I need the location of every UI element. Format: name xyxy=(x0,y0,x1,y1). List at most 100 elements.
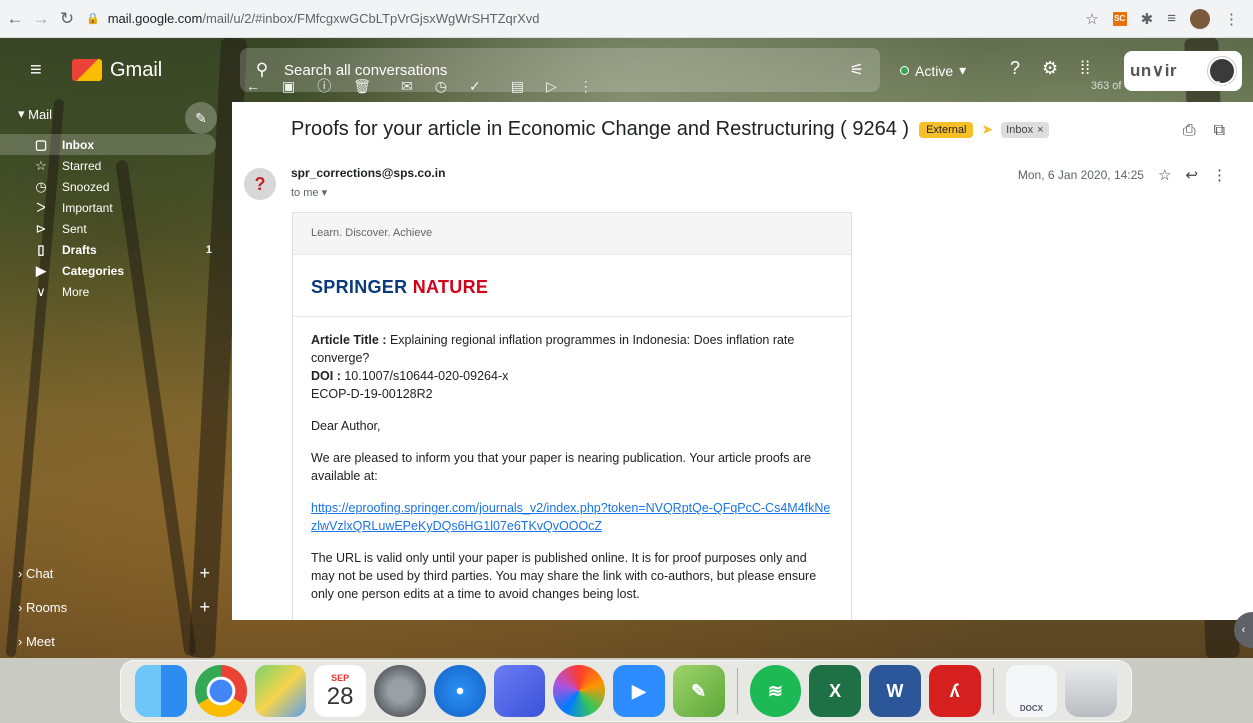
inbox-label-chip[interactable]: Inbox × xyxy=(1001,121,1049,138)
chrome-icon[interactable] xyxy=(194,665,247,717)
rooms-section[interactable]: › Rooms + xyxy=(0,596,228,618)
sidebar: ▾ Mail ✎ ▢ Inbox ☆ Starred ◷ Snoozed ᐳ Impor… xyxy=(0,102,228,658)
inbox-label-text: Inbox xyxy=(1006,123,1034,136)
bookmark-star-icon[interactable]: ☆ xyxy=(1085,10,1098,28)
sidebar-item-more[interactable]: ∨ More xyxy=(0,281,228,302)
sidebar-item-snoozed[interactable]: ◷ Snoozed xyxy=(0,176,228,197)
add-chat-icon[interactable]: + xyxy=(199,563,210,584)
reading-list-icon[interactable]: ≡ xyxy=(1167,10,1176,27)
acrobat-icon[interactable]: ʎ xyxy=(928,665,981,717)
important-marker-icon[interactable]: ➤ xyxy=(981,121,993,138)
sidebar-item-label: Starred xyxy=(62,158,102,173)
doi-label: DOI : xyxy=(311,369,341,383)
maps-icon[interactable] xyxy=(254,665,307,717)
sidebar-item-important[interactable]: ᐳ Important xyxy=(0,197,228,218)
older-icon[interactable]: › xyxy=(1188,78,1193,94)
reply-icon[interactable]: ↩ xyxy=(1185,166,1198,184)
back-icon[interactable]: ← xyxy=(4,9,26,29)
gmail-m-icon xyxy=(72,59,102,81)
meet-label: Meet xyxy=(25,633,55,649)
gmail-logo[interactable]: Gmail xyxy=(72,59,162,82)
clock-icon: ◷ xyxy=(35,178,47,194)
article-title-label: Article Title : xyxy=(311,333,387,347)
greeting: Dear Author, xyxy=(311,419,381,433)
message-pane: Proofs for your article in Economic Chan… xyxy=(232,102,1253,620)
nav-list: ▢ Inbox ☆ Starred ◷ Snoozed ᐳ Important ⊳ Sen… xyxy=(0,134,228,302)
reload-icon[interactable]: ↻ xyxy=(56,9,78,29)
forward-icon[interactable]: → xyxy=(30,9,52,29)
launchpad-icon[interactable] xyxy=(493,665,546,717)
move-to-icon[interactable]: ▤ xyxy=(511,78,524,95)
doi-value: 10.1007/s10644-020-09264-x xyxy=(340,369,509,383)
sidebar-item-sent[interactable]: ⊳ Sent xyxy=(0,218,228,239)
sender-avatar[interactable]: ? xyxy=(244,168,276,200)
sidebar-item-drafts[interactable]: ▯ Drafts 1 xyxy=(0,239,228,260)
message-meta: Mon, 6 Jan 2020, 14:25 ☆ ↩ ⋮ xyxy=(1018,166,1227,184)
calendar-day: 28 xyxy=(326,683,354,710)
email-body-card: Learn. Discover. Achieve SPRINGER NATURE… xyxy=(292,212,852,620)
logo-part-blue: SPRINGER xyxy=(311,277,413,297)
word-icon[interactable]: W xyxy=(869,665,921,717)
proof-link[interactable]: https://eproofing.springer.com/journals_… xyxy=(311,501,830,533)
sidebar-item-categories[interactable]: ▶ Categories xyxy=(0,260,228,281)
sidebar-item-label: Drafts xyxy=(62,242,97,257)
gmail-wordmark: Gmail xyxy=(110,58,163,81)
remove-label-icon[interactable]: × xyxy=(1037,124,1043,136)
sidebar-item-label: Snoozed xyxy=(62,179,110,194)
sidebar-item-starred[interactable]: ☆ Starred xyxy=(0,155,228,176)
macos-dock: SEP 28 ▶ ✎ ≋ X W ʎ DOCX xyxy=(120,660,1132,722)
docx-file-icon[interactable]: DOCX xyxy=(1005,665,1058,717)
dock-separator xyxy=(992,668,994,714)
more-options-icon[interactable]: ⋮ xyxy=(579,78,593,95)
email-body: Article Title : Explaining regional infl… xyxy=(293,317,851,620)
chat-section[interactable]: › Chat + xyxy=(0,562,228,584)
url-host: mail.google.com xyxy=(107,11,203,26)
sidebar-item-label: More xyxy=(62,284,90,299)
sidebar-item-label: Important xyxy=(62,200,113,215)
delete-icon[interactable]: 🗑 xyxy=(353,78,371,95)
sidebar-item-label: Sent xyxy=(62,221,87,236)
star-icon: ☆ xyxy=(35,157,47,173)
meet-section[interactable]: › Meet xyxy=(0,630,228,652)
extension-sc-icon[interactable]: SC xyxy=(1112,11,1127,26)
puzzle-icon[interactable]: ✱ xyxy=(1141,10,1154,28)
spotify-icon[interactable]: ≋ xyxy=(749,665,802,717)
open-new-window-icon[interactable]: ⧉ xyxy=(1214,122,1225,140)
zoom-icon[interactable]: ▶ xyxy=(613,665,665,717)
address-bar[interactable]: 🔒 mail.google.com /mail/u/2/#inbox/FMfcg… xyxy=(86,6,1076,32)
report-spam-icon[interactable]: ⓘ xyxy=(317,76,331,96)
calendar-icon[interactable]: SEP 28 xyxy=(314,665,366,717)
sender-email[interactable]: spr_corrections@sps.co.in xyxy=(291,166,445,180)
inbox-icon: ▢ xyxy=(34,136,48,152)
sidebar-item-label: Categories xyxy=(62,263,125,278)
print-icon[interactable]: ⎙ xyxy=(1183,122,1196,140)
main-menu-icon[interactable]: ≡ xyxy=(30,59,54,82)
compose-button[interactable]: ✎ xyxy=(185,102,217,134)
message-date: Mon, 6 Jan 2020, 14:25 xyxy=(1017,168,1144,182)
more-options-icon[interactable]: ⋮ xyxy=(1212,166,1227,184)
safari-icon[interactable] xyxy=(433,665,486,717)
add-room-icon[interactable]: + xyxy=(199,597,210,618)
rooms-label: Rooms xyxy=(25,599,68,615)
back-to-inbox-icon[interactable]: ← xyxy=(246,78,260,94)
creative-cloud-icon[interactable] xyxy=(553,665,605,717)
label-icon[interactable]: ▷ xyxy=(546,78,557,95)
trash-icon[interactable] xyxy=(1065,665,1117,717)
input-tools-icon[interactable]: ✎▾ xyxy=(1214,78,1233,95)
finder-icon[interactable] xyxy=(135,665,187,717)
body-paragraph: The URL is valid only until your paper i… xyxy=(311,551,817,601)
add-task-icon[interactable]: ✓ xyxy=(469,78,481,95)
system-preferences-icon[interactable] xyxy=(374,665,426,717)
snooze-icon[interactable]: ◷ xyxy=(435,78,447,95)
mark-unread-icon[interactable]: ✉ xyxy=(401,78,413,95)
script-editor-icon[interactable]: ✎ xyxy=(672,665,725,717)
star-icon[interactable]: ☆ xyxy=(1158,166,1171,184)
chat-label: Chat xyxy=(25,565,54,581)
profile-avatar[interactable] xyxy=(1190,8,1210,29)
sidebar-item-inbox[interactable]: ▢ Inbox xyxy=(0,134,216,155)
kebab-menu-icon[interactable]: ⋮ xyxy=(1224,10,1239,28)
recipients-toggle[interactable]: to me ▾ xyxy=(291,186,327,199)
archive-icon[interactable]: ▣ xyxy=(282,78,295,95)
excel-icon[interactable]: X xyxy=(809,665,861,717)
newer-icon[interactable]: ‹ xyxy=(1161,78,1166,94)
